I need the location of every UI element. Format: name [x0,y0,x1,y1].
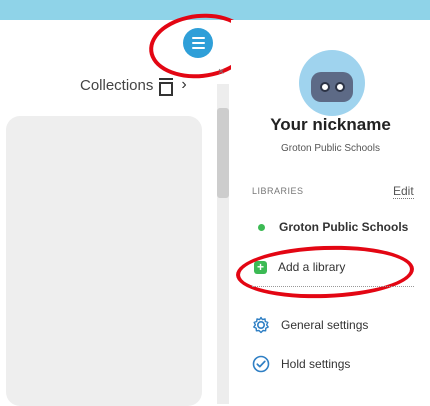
menu-button[interactable] [183,28,213,58]
status-dot-icon [258,223,265,231]
top-bar [0,0,430,20]
hold-settings-item[interactable]: Hold settings [251,354,350,374]
collections-button[interactable]: Collections › [80,76,187,96]
library-name: Groton Public Schools [279,220,409,234]
add-library-button[interactable]: + Add a library [254,260,345,274]
gear-icon [253,316,269,334]
add-library-label: Add a library [278,260,346,274]
plus-icon: + [254,260,267,274]
stack-icon [159,78,174,96]
close-icon[interactable]: × [218,66,224,78]
general-settings-item[interactable]: General settings [251,315,368,335]
nickname[interactable]: Your nickname [231,115,430,135]
content-card [6,116,202,406]
divider [252,286,414,287]
library-item[interactable]: Groton Public Schools [258,220,408,234]
hamburger-icon [191,37,205,39]
libraries-heading: LIBRARIES [252,186,304,196]
check-circle-icon [252,355,270,373]
avatar[interactable] [299,50,365,116]
general-settings-label: General settings [281,318,369,332]
collections-label: Collections [80,76,154,94]
edit-libraries-link[interactable]: Edit [393,184,414,199]
robot-avatar-icon [304,72,360,102]
hold-settings-label: Hold settings [281,357,351,371]
chevron-right-icon: › [181,76,187,93]
school-name: Groton Public Schools [281,143,380,154]
scroll-thumb[interactable] [217,108,229,198]
